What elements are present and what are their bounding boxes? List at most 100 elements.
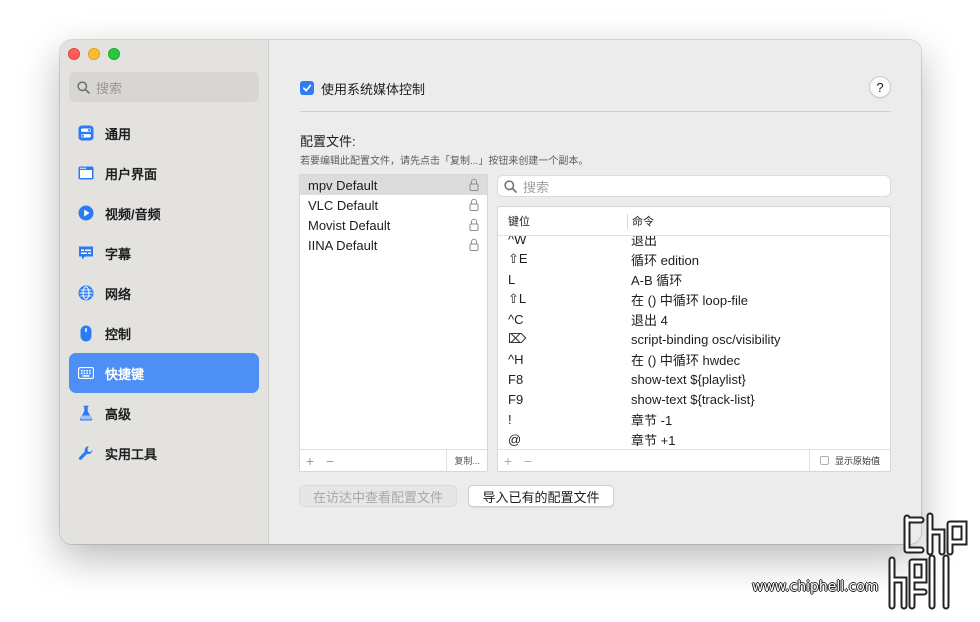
table-rows: ^W 退出 ⇧E 循环 edition L A-B 循环 ⇧L 在 () 中循环 loop-f… xyxy=(498,236,890,449)
sidebar-item-advanced[interactable]: 高级 xyxy=(69,393,259,433)
sidebar-item-control[interactable]: 控制 xyxy=(69,313,259,353)
sidebar-item-label: 控制 xyxy=(105,326,132,342)
shortcut-table: 键位 命令 ^W 退出 ⇧E 循环 edition L A-B 循环 ⇧L 在 () 中循环 … xyxy=(497,206,891,472)
profile-name: IINA Default xyxy=(308,237,378,253)
profile-list: mpv Default VLC Default Movist Default I… xyxy=(299,174,488,472)
sidebar-item-general[interactable]: 通用 xyxy=(69,113,259,153)
zoom-button[interactable] xyxy=(108,48,120,60)
shortcut-key: ⌦ xyxy=(508,331,527,346)
import-config-button[interactable]: 导入已有的配置文件 xyxy=(468,485,614,507)
window-controls xyxy=(68,48,120,60)
checkmark-icon xyxy=(302,84,312,92)
show-raw-label: 显示原始值 xyxy=(834,456,880,466)
shortcut-key: ⇧E xyxy=(508,251,528,266)
profile-row[interactable]: Movist Default xyxy=(300,215,487,235)
sidebar-item-label: 用户界面 xyxy=(105,166,158,182)
media-control-checkbox[interactable] xyxy=(300,81,314,95)
table-row[interactable]: ⇧E 循环 edition xyxy=(498,249,890,269)
lock-icon xyxy=(469,218,479,231)
table-row[interactable]: ^C 退出 4 xyxy=(498,309,890,329)
column-separator xyxy=(627,214,628,229)
media-control-row: 使用系统媒体控制 ? xyxy=(300,76,891,98)
remove-shortcut-button[interactable]: − xyxy=(518,453,538,469)
main-panel: 使用系统媒体控制 ? 配置文件: 若要编辑此配置文件，请先点击「复制...」按钮… xyxy=(270,40,921,544)
sidebar-search-placeholder: 搜索 xyxy=(96,80,123,96)
sidebar-item-label: 视频/音频 xyxy=(105,206,161,222)
keyboard-icon xyxy=(77,364,95,382)
sidebar-item-utilities[interactable]: 实用工具 xyxy=(69,433,259,473)
table-row[interactable]: @ 章节 +1 xyxy=(498,429,890,449)
add-profile-button[interactable]: + xyxy=(300,453,320,469)
wrench-icon xyxy=(77,444,95,462)
sidebar-item-label: 快捷键 xyxy=(105,366,145,382)
shortcut-search-placeholder: 搜索 xyxy=(523,179,550,195)
shortcut-key: ^W xyxy=(508,236,527,247)
config-title: 配置文件: xyxy=(300,134,356,149)
config-hint: 若要编辑此配置文件，请先点击「复制...」按钮来创建一个副本。 xyxy=(300,156,589,167)
shortcut-key: F9 xyxy=(508,391,524,407)
watermark: www.chiphell.com xyxy=(752,500,974,610)
sidebar: 搜索 通用 用户界面 视频/音频 字幕 网络 控制 快捷键 高级 实用工具 xyxy=(60,40,269,544)
minimize-button[interactable] xyxy=(88,48,100,60)
table-row[interactable]: ⇧L 在 () 中循环 loop-file xyxy=(498,289,890,309)
shortcut-key: @ xyxy=(508,431,522,447)
shortcut-search-input[interactable]: 搜索 xyxy=(497,175,891,197)
preferences-window: 搜索 通用 用户界面 视频/音频 字幕 网络 控制 快捷键 高级 实用工具 使用… xyxy=(60,40,921,544)
play-icon xyxy=(77,204,95,222)
sidebar-search-input[interactable]: 搜索 xyxy=(69,72,259,102)
profile-name: mpv Default xyxy=(308,177,378,193)
table-row[interactable]: ^H 在 () 中循环 hwdec xyxy=(498,349,890,369)
profile-row[interactable]: IINA Default xyxy=(300,235,487,255)
profile-name: Movist Default xyxy=(308,217,391,233)
profile-row[interactable]: mpv Default xyxy=(300,175,487,195)
sidebar-item-network[interactable]: 网络 xyxy=(69,273,259,313)
help-button[interactable]: ? xyxy=(869,76,891,98)
shortcut-key: ^C xyxy=(508,311,524,327)
add-shortcut-button[interactable]: + xyxy=(498,453,518,469)
table-row[interactable]: F9 show-text ${track-list} xyxy=(498,389,890,409)
sidebar-item-label: 通用 xyxy=(105,126,132,142)
lock-icon xyxy=(469,198,479,211)
window-icon xyxy=(77,164,95,182)
reveal-in-finder-button[interactable]: 在访达中查看配置文件 xyxy=(299,485,457,507)
show-raw-toggle[interactable]: 显示原始值 xyxy=(808,450,890,471)
show-raw-checkbox[interactable] xyxy=(819,456,829,465)
sidebar-item-video-audio[interactable]: 视频/音频 xyxy=(69,193,259,233)
remove-profile-button[interactable]: − xyxy=(320,453,340,469)
sidebar-nav: 通用 用户界面 视频/音频 字幕 网络 控制 快捷键 高级 实用工具 xyxy=(69,113,259,473)
sidebar-item-subtitles[interactable]: 字幕 xyxy=(69,233,259,273)
lock-icon xyxy=(469,238,479,251)
shortcut-action: 退出 xyxy=(631,236,658,248)
table-row[interactable]: ⌦ script-binding osc/visibility xyxy=(498,329,890,349)
media-control-label: 使用系统媒体控制 xyxy=(321,81,426,97)
table-row[interactable]: ! 章节 -1 xyxy=(498,409,890,429)
caption-icon xyxy=(77,244,95,262)
globe-icon xyxy=(77,284,95,302)
shortcut-key: L xyxy=(508,271,516,287)
shortcut-key: ⇧L xyxy=(508,291,527,306)
shortcut-key: ^H xyxy=(508,351,524,367)
sidebar-item-ui[interactable]: 用户界面 xyxy=(69,153,259,193)
toggle-icon xyxy=(77,124,95,142)
shortcut-action: 循环 edition xyxy=(631,252,699,268)
divider xyxy=(300,111,891,112)
watermark-text: www.chiphell.com xyxy=(752,579,879,595)
table-row[interactable]: L A-B 循环 xyxy=(498,269,890,289)
table-body[interactable]: ^W 退出 ⇧E 循环 edition L A-B 循环 ⇧L 在 () 中循环 loop-f… xyxy=(498,236,890,450)
shortcut-key: ! xyxy=(508,411,512,427)
sidebar-item-label: 高级 xyxy=(105,406,132,422)
column-header-key[interactable]: 键位 xyxy=(508,213,530,229)
close-button[interactable] xyxy=(68,48,80,60)
shortcut-action: show-text ${playlist} xyxy=(631,371,746,387)
lock-icon xyxy=(469,178,479,191)
sidebar-item-label: 字幕 xyxy=(105,246,132,262)
column-header-action[interactable]: 命令 xyxy=(632,213,654,229)
sidebar-item-shortcuts[interactable]: 快捷键 xyxy=(69,353,259,393)
table-header: 键位 命令 xyxy=(498,207,890,236)
table-row[interactable]: F8 show-text ${playlist} xyxy=(498,369,890,389)
sidebar-item-label: 网络 xyxy=(105,286,132,302)
table-footer: + − 显示原始值 xyxy=(498,449,890,471)
duplicate-profile-button[interactable]: 复制... xyxy=(446,450,487,471)
profile-row[interactable]: VLC Default xyxy=(300,195,487,215)
table-row[interactable]: ^W 退出 xyxy=(498,236,890,249)
